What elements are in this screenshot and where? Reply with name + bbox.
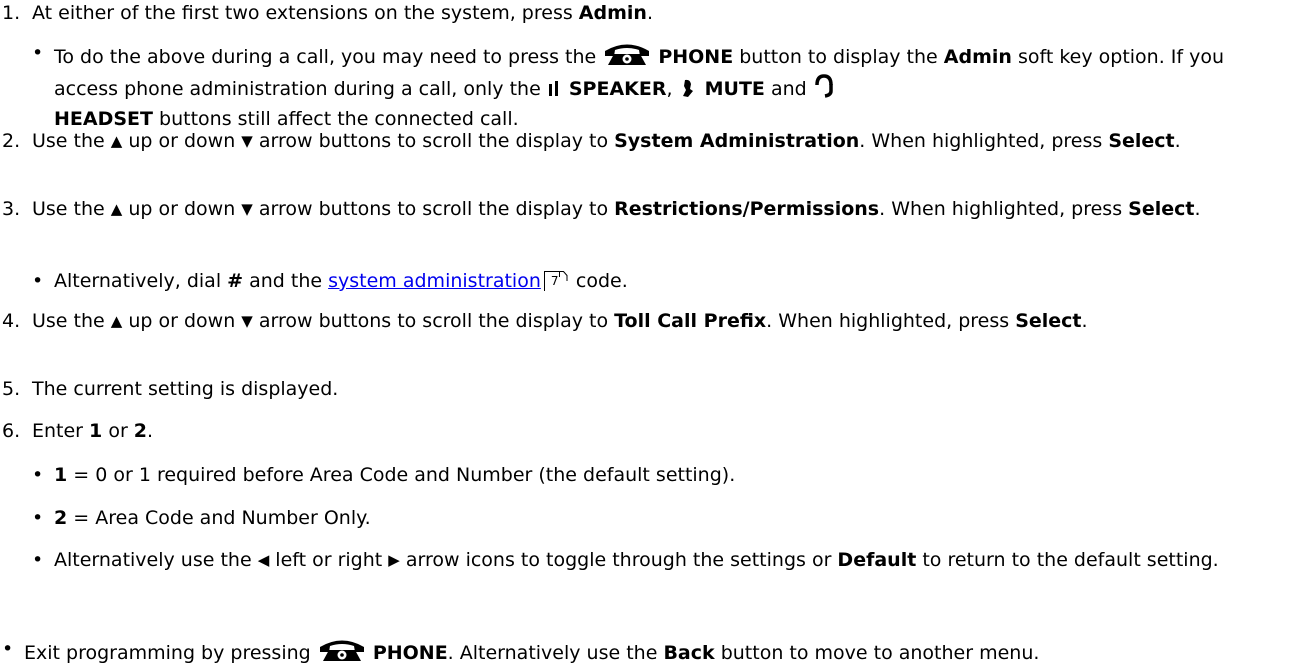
speaker-button-label: SPEAKER [568,78,667,100]
phone-icon [602,40,652,74]
page-reference-number: 7 [550,274,559,288]
back-button-label: Back [663,642,715,664]
down-arrow-icon: ▼ [241,132,253,150]
up-arrow-icon: ▲ [110,132,123,150]
phone-button-label: PHONE [372,642,448,664]
left-arrow-icon: ◀ [257,551,270,569]
headset-icon [813,74,835,106]
system-administration-link[interactable]: system administration [328,270,541,292]
bullet: • [32,507,44,529]
step-1: 1. At either of the first two extensions… [2,0,1272,27]
speaker-icon [547,79,563,106]
option-2-note: • 2 = Area Code and Number Only. [32,505,1270,532]
bullet: • [32,270,44,292]
phone-button-label: PHONE [658,46,734,68]
option-1-note: • 1 = 0 or 1 required before Area Code a… [32,462,1270,489]
menu-target: System Administration [614,130,860,152]
exit-instruction: • Exit programming by pressing PHONE. Al… [2,636,1282,670]
step-5: 5. The current setting is displayed. [2,378,339,400]
mute-button-label: MUTE [704,78,765,100]
step-3-note: • Alternatively, dial # and the system a… [32,268,1270,295]
step-2: 2. Use the ▲ up or down ▼ arrow buttons … [2,130,1181,152]
up-arrow-icon: ▲ [110,200,123,218]
step-text: At either of the first two extensions on… [32,2,653,24]
admin-key-label: Admin [578,2,647,24]
headset-button-label: HEADSET [54,108,153,130]
bullet: • [32,42,44,64]
step-6: 6. Enter 1 or 2. [2,420,154,442]
phone-icon [317,636,367,670]
mute-icon [679,78,699,106]
page-reference-icon[interactable]: 7 [543,271,568,291]
step-1-note: • To do the above during a call, you may… [32,40,1225,130]
down-arrow-icon: ▼ [241,312,253,330]
menu-target: Restrictions/Permissions [614,198,880,220]
right-arrow-icon: ▶ [388,551,400,569]
bullet: • [32,549,44,571]
bullet: • [32,464,44,486]
toggle-settings-note: • Alternatively use the ◀ left or right … [32,547,1270,574]
up-arrow-icon: ▲ [110,312,123,330]
bullet: • [2,638,14,660]
step-4: 4. Use the ▲ up or down ▼ arrow buttons … [2,310,1088,332]
step-number: 1. [2,2,21,24]
down-arrow-icon: ▼ [241,200,253,218]
step-3: 3. Use the ▲ up or down ▼ arrow buttons … [2,198,1201,220]
menu-target: Toll Call Prefix [614,310,767,332]
instructions-document: 1. At either of the first two extensions… [0,0,1290,671]
